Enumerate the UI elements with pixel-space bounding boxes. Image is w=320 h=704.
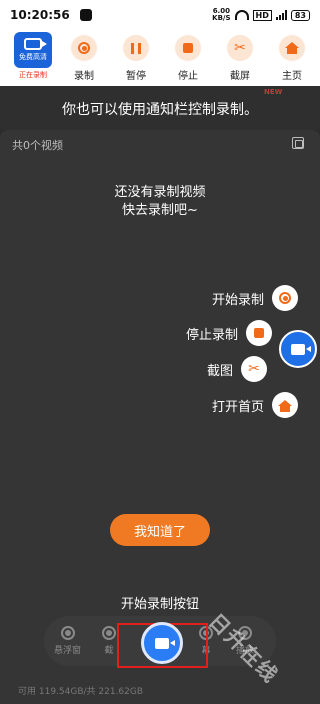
toolbar-screenshot-button[interactable]: ✂ 截屏: [214, 35, 266, 82]
new-badge: NEW: [264, 88, 283, 96]
toolbar-home-button[interactable]: 主页: [266, 35, 318, 82]
dock-screenshot-label: 截: [104, 646, 114, 656]
signal-icon: [275, 10, 287, 20]
start-record-button-label: 开始录制按钮: [120, 597, 199, 612]
wifi-icon: [234, 10, 249, 20]
app-logo-label: 免费高清: [19, 53, 47, 61]
dock-screenshot[interactable]: 截: [102, 626, 116, 656]
floating-ball-button[interactable]: [279, 330, 317, 368]
app-block[interactable]: 免费高清 正在录制: [8, 32, 58, 80]
toolbar-pause-label: 暂停: [126, 71, 146, 82]
guide-screenshot[interactable]: 截图 ✂: [207, 356, 267, 382]
multi-select-icon[interactable]: [292, 137, 304, 149]
start-record-button[interactable]: [141, 622, 183, 664]
toolbar-home-label: 主页: [282, 71, 302, 82]
app-logo-icon[interactable]: 免费高清: [14, 32, 52, 68]
status-time: 10:20:56: [10, 8, 70, 22]
toolbar-stop-button[interactable]: 停止: [162, 35, 214, 82]
scissors-icon: ✂: [241, 356, 267, 382]
guide-open-home-label: 打开首页: [211, 399, 264, 415]
battery-icon: 83: [290, 9, 310, 21]
speed-unit: KB/S: [212, 14, 231, 22]
guide-open-home[interactable]: 打开首页: [212, 392, 298, 418]
toolbar-record-button[interactable]: 录制: [58, 35, 110, 82]
home-icon: [279, 35, 305, 61]
scissors-icon: ✂: [227, 35, 253, 61]
guide-start-record-label: 开始录制: [211, 292, 264, 308]
guide-start-record[interactable]: 开始录制: [212, 285, 298, 311]
notification-toolbar: 免费高清 正在录制 录制 暂停 停止 ✂ 截屏 主页: [0, 30, 320, 86]
record-icon: [272, 285, 298, 311]
toolbar-record-label: 录制: [74, 71, 94, 82]
record-icon: [71, 35, 97, 61]
video-camera-icon: [155, 637, 175, 649]
status-indicators: 6.00 KB/S HD 83: [212, 8, 310, 22]
video-count: 共0个视频: [12, 139, 63, 152]
toolbar-stop-label: 停止: [178, 71, 198, 82]
empty-state-subtitle: 快去录制吧~: [122, 203, 198, 218]
pause-icon: [123, 35, 149, 61]
video-camera-icon: [24, 38, 47, 50]
notification-app-icon: [79, 9, 92, 21]
video-camera-icon: [291, 343, 311, 355]
dock-floating-window[interactable]: 悬浮窗: [54, 626, 81, 656]
stop-icon: [175, 35, 201, 61]
dock-floating-window-label: 悬浮窗: [54, 646, 82, 656]
toolbar-pause-button[interactable]: 暂停: [110, 35, 162, 82]
screenshot-icon: [102, 626, 116, 640]
guide-stop-record[interactable]: 停止录制: [186, 320, 272, 346]
network-speed: 6.00 KB/S: [212, 8, 230, 22]
got-it-button[interactable]: 我知道了: [110, 514, 210, 546]
guide-stop-record-label: 停止录制: [185, 327, 238, 343]
status-bar: 10:20:56 6.00 KB/S HD 83: [0, 0, 320, 30]
guide-hint-text: 你也可以使用通知栏控制录制。: [62, 102, 258, 118]
toolbar-screenshot-label: 截屏: [230, 71, 250, 82]
empty-state-title: 还没有录制视频: [114, 185, 206, 200]
stop-icon: [246, 320, 272, 346]
storage-info: 可用 119.54GB/共 221.62GB: [18, 687, 144, 697]
hd-badge: HD: [252, 9, 272, 21]
home-icon: [272, 392, 298, 418]
recording-status: 正在录制: [19, 71, 47, 79]
guide-screenshot-label: 截图: [206, 363, 233, 379]
floating-window-icon: [60, 626, 75, 640]
